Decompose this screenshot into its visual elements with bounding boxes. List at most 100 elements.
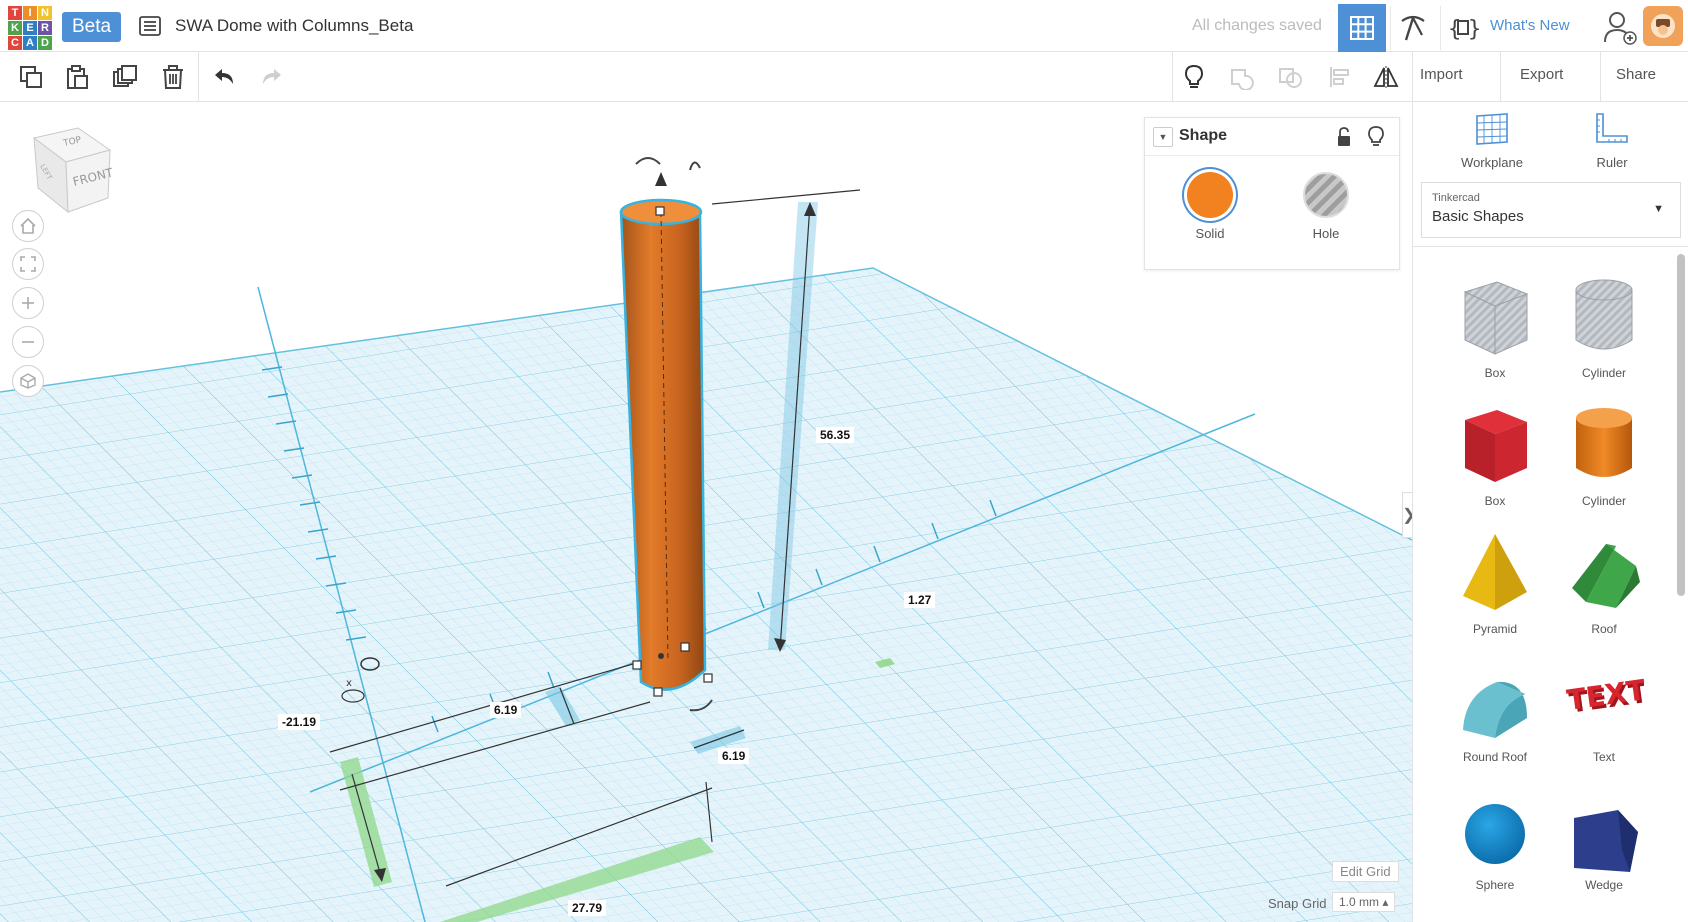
toolbar-divider bbox=[1412, 52, 1413, 102]
y-position-label[interactable]: 27.79 bbox=[568, 900, 607, 916]
ruler-icon bbox=[1596, 113, 1628, 143]
home-icon bbox=[20, 217, 36, 234]
shape-tile-box[interactable]: Box bbox=[1440, 398, 1550, 508]
collapse-inspector-button[interactable]: ▼ bbox=[1153, 127, 1173, 147]
redo-icon bbox=[263, 69, 281, 84]
logo-letter: A bbox=[23, 36, 37, 50]
snap-grid-label: Snap Grid bbox=[1268, 896, 1327, 911]
shape-label: Round Roof bbox=[1462, 750, 1528, 764]
solid-label: Solid bbox=[1195, 226, 1225, 241]
inspector-title: Shape bbox=[1179, 127, 1228, 144]
ungroup-button[interactable] bbox=[1274, 61, 1306, 93]
ruler-tool[interactable]: Ruler bbox=[1567, 112, 1657, 170]
workplane-tool[interactable]: Workplane bbox=[1447, 112, 1537, 170]
ungroup-icon bbox=[1279, 68, 1302, 88]
3d-design-view-button[interactable] bbox=[1338, 4, 1386, 52]
toolbar-divider bbox=[1500, 52, 1501, 102]
shape-tile-box-hole[interactable]: Box bbox=[1440, 270, 1550, 380]
cylinder-hole-icon bbox=[1575, 279, 1633, 350]
delete-button[interactable] bbox=[157, 61, 189, 93]
roof-icon bbox=[1572, 544, 1640, 608]
duplicate-icon bbox=[113, 65, 137, 87]
mirror-icon bbox=[1373, 66, 1399, 88]
zoom-in-button[interactable] bbox=[12, 287, 44, 319]
shape-tile-round-roof[interactable]: Round Roof bbox=[1440, 654, 1550, 764]
dropdown-caret-icon: ▼ bbox=[1653, 203, 1664, 215]
shape-tile-cylinder[interactable]: Cylinder bbox=[1549, 398, 1659, 508]
view-cube[interactable]: TOP LEFT FRONT bbox=[30, 124, 115, 221]
lightbulb-icon[interactable] bbox=[1367, 126, 1385, 153]
paste-button[interactable] bbox=[61, 61, 93, 93]
mirror-button[interactable] bbox=[1370, 61, 1402, 93]
logo-letter: K bbox=[8, 21, 22, 35]
undo-button[interactable] bbox=[208, 61, 240, 93]
library-caption: Tinkercad bbox=[1432, 192, 1480, 204]
hole-option[interactable]: Hole bbox=[1291, 172, 1361, 241]
x-position-label[interactable]: -21.19 bbox=[278, 714, 321, 730]
document-title[interactable]: SWA Dome with Columns_Beta bbox=[175, 16, 413, 36]
solid-color-swatch[interactable] bbox=[1187, 172, 1233, 218]
logo-letter: N bbox=[38, 6, 52, 20]
share-button[interactable]: Share bbox=[1616, 66, 1656, 83]
fit-view-button[interactable] bbox=[12, 248, 44, 280]
align-icon bbox=[1330, 67, 1349, 87]
copy-button[interactable] bbox=[15, 61, 47, 93]
export-button[interactable]: Export bbox=[1520, 66, 1563, 83]
pickaxe-icon bbox=[1400, 15, 1425, 41]
offset-dimension-label[interactable]: 1.27 bbox=[904, 592, 936, 608]
import-button[interactable]: Import bbox=[1420, 66, 1463, 83]
edit-toolbar: Import Export Share bbox=[0, 52, 1688, 102]
codeblocks-view-button[interactable]: {} bbox=[1440, 6, 1484, 50]
wedge-icon bbox=[1574, 810, 1638, 872]
whats-new-link[interactable]: What's New bbox=[1490, 17, 1570, 34]
lift-handle bbox=[655, 172, 667, 186]
box-icon bbox=[1465, 410, 1527, 482]
undo-icon bbox=[215, 69, 233, 84]
user-avatar[interactable] bbox=[1643, 6, 1683, 46]
ortho-view-button[interactable] bbox=[12, 365, 44, 397]
shapes-scrollbar[interactable] bbox=[1677, 254, 1685, 596]
fit-view-icon bbox=[20, 256, 36, 272]
shape-inspector: ▼ Shape Solid Hole bbox=[1144, 117, 1400, 270]
lightbulb-icon bbox=[1184, 64, 1204, 88]
shape-tile-roof[interactable]: Roof bbox=[1549, 526, 1659, 636]
zoom-out-button[interactable] bbox=[12, 326, 44, 358]
show-notes-button[interactable] bbox=[1178, 61, 1210, 93]
duplicate-button[interactable] bbox=[109, 61, 141, 93]
shape-label: Cylinder bbox=[1581, 494, 1626, 508]
logo-letter: R bbox=[38, 21, 52, 35]
tinkercad-logo[interactable]: T I N K E R C A D bbox=[8, 6, 52, 50]
align-button[interactable] bbox=[1324, 61, 1356, 93]
copy-icon bbox=[20, 66, 42, 88]
shape-tile-pyramid[interactable]: Pyramid bbox=[1440, 526, 1550, 636]
solid-option[interactable]: Solid bbox=[1175, 172, 1245, 241]
shape-label: Roof bbox=[1591, 622, 1617, 636]
blocks-view-button[interactable] bbox=[1390, 6, 1434, 50]
ruler-label: Ruler bbox=[1596, 155, 1628, 170]
home-view-button[interactable] bbox=[12, 210, 44, 242]
group-button[interactable] bbox=[1226, 61, 1258, 93]
edit-grid-button[interactable]: Edit Grid bbox=[1332, 861, 1399, 882]
lock-icon[interactable] bbox=[1335, 127, 1353, 152]
round-roof-icon bbox=[1463, 681, 1527, 738]
width-dimension-label[interactable]: 6.19 bbox=[490, 702, 522, 718]
add-user-icon[interactable] bbox=[1600, 8, 1638, 46]
workplane-label: Workplane bbox=[1461, 155, 1523, 170]
shape-library-select[interactable]: Tinkercad Basic Shapes ▼ bbox=[1421, 182, 1681, 238]
height-dimension-label[interactable]: 56.35 bbox=[816, 427, 855, 443]
shape-tile-text[interactable]: TEXT TEXT Text bbox=[1549, 654, 1659, 764]
cube-icon bbox=[20, 373, 36, 389]
logo-letter: C bbox=[8, 36, 22, 50]
shape-tile-sphere[interactable]: Sphere bbox=[1440, 782, 1550, 892]
minus-icon bbox=[22, 341, 34, 343]
toolbar-divider bbox=[198, 52, 199, 102]
design-list-icon[interactable] bbox=[138, 14, 162, 38]
snap-grid-select[interactable]: 1.0 mm ▴ bbox=[1332, 892, 1396, 912]
hole-swatch[interactable] bbox=[1303, 172, 1349, 218]
shape-tile-cylinder-hole[interactable]: Cylinder bbox=[1549, 270, 1659, 380]
redo-button[interactable] bbox=[256, 61, 288, 93]
grid-plane[interactable] bbox=[0, 267, 1412, 922]
shape-tile-wedge[interactable]: Wedge bbox=[1549, 782, 1659, 892]
top-bar: T I N K E R C A D Beta SWA Dome with Col… bbox=[0, 0, 1688, 52]
depth-dimension-label[interactable]: 6.19 bbox=[718, 748, 750, 764]
